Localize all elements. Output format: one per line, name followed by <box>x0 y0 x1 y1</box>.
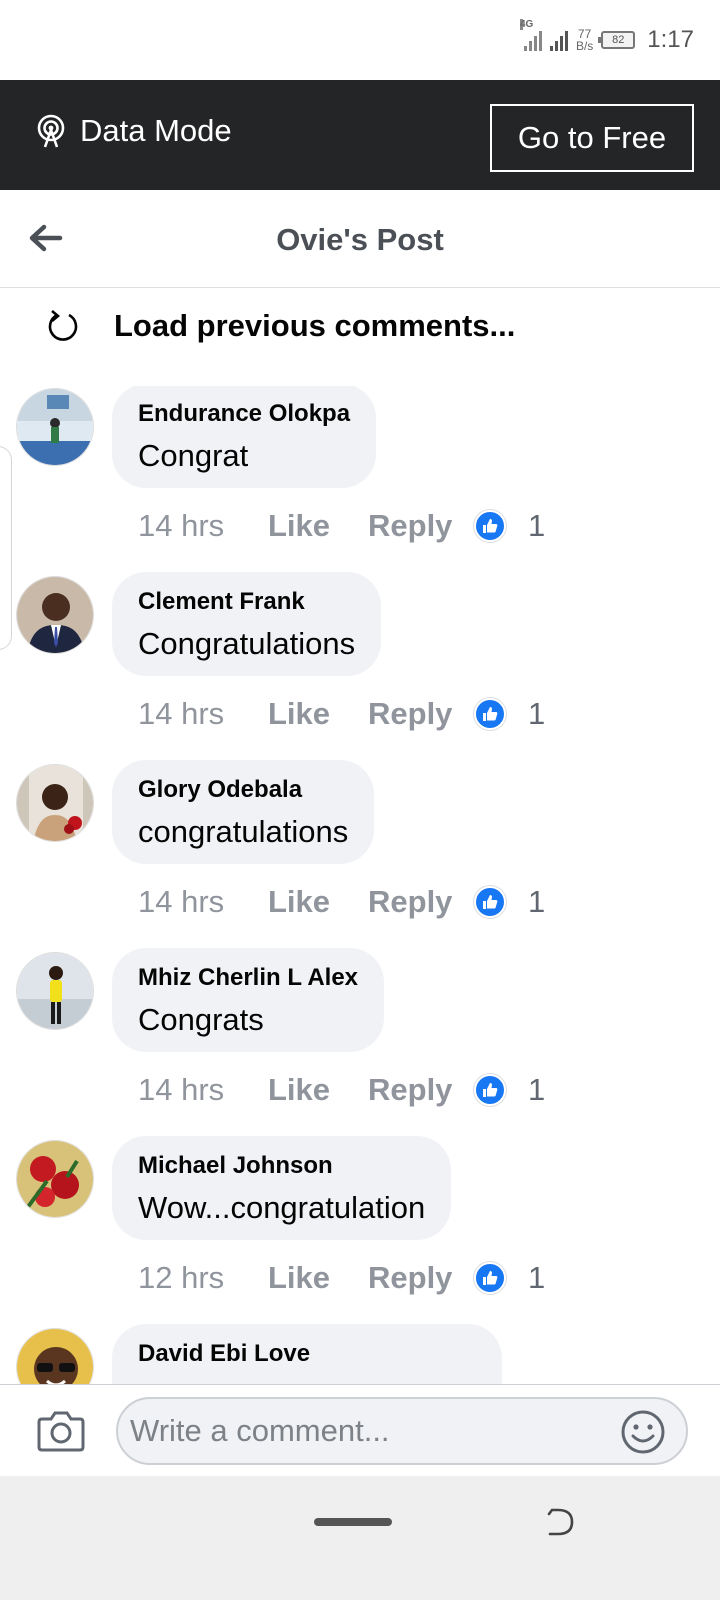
comment-time[interactable]: 14 hrs <box>138 508 268 544</box>
data-mode-label: Data Mode <box>80 113 232 148</box>
comment-list: Endurance Olokpa Congrat 14 hrs Like Rep… <box>0 386 720 1408</box>
avatar[interactable] <box>16 764 94 842</box>
load-previous-comments[interactable]: Load previous comments... <box>46 308 515 344</box>
comment-text: congratulations <box>138 814 349 849</box>
like-button[interactable]: Like <box>268 884 368 920</box>
like-button[interactable]: Like <box>268 508 368 544</box>
comment-author[interactable]: Endurance Olokpa <box>138 400 350 428</box>
signal-4g-icon: 4G <box>519 19 542 51</box>
reply-button[interactable]: Reply <box>368 508 474 544</box>
like-button[interactable]: Like <box>268 696 368 732</box>
comment-text: Wow...congratulation <box>138 1190 426 1225</box>
network-speed-unit: B/s <box>575 39 594 53</box>
go-to-free-button[interactable]: Go to Free <box>490 104 694 172</box>
thumbs-up-icon[interactable] <box>474 698 506 730</box>
thumbs-up-icon[interactable] <box>474 886 506 918</box>
data-mode-indicator: Data Mode <box>34 113 232 149</box>
load-previous-label: Load previous comments... <box>114 308 516 343</box>
comment-item: Michael Johnson Wow...congratulation 12 … <box>0 1136 720 1328</box>
like-button[interactable]: Like <box>268 1260 368 1296</box>
comment-actions: 12 hrs Like Reply 1 <box>138 1260 545 1296</box>
comment-item: Clement Frank Congratulations 14 hrs Lik… <box>0 572 720 764</box>
like-button[interactable]: Like <box>268 1072 368 1108</box>
comment-time[interactable]: 14 hrs <box>138 884 268 920</box>
comment-author[interactable]: Mhiz Cherlin L Alex <box>138 964 358 992</box>
reply-button[interactable]: Reply <box>368 1072 474 1108</box>
comment-actions: 14 hrs Like Reply 1 <box>138 696 545 732</box>
back-gesture-icon[interactable] <box>546 1506 576 1538</box>
system-navigation-bar <box>0 1476 720 1600</box>
comment-input[interactable] <box>116 1397 688 1465</box>
camera-icon[interactable] <box>36 1409 86 1453</box>
smiley-icon[interactable] <box>620 1409 666 1455</box>
refresh-icon <box>48 310 78 341</box>
reaction-count[interactable]: 1 <box>528 696 545 732</box>
comment-actions: 14 hrs Like Reply 1 <box>138 508 545 544</box>
comment-time[interactable]: 12 hrs <box>138 1260 268 1296</box>
clock: 1:17 <box>647 26 694 53</box>
network-speed: 77 B/s <box>576 28 593 52</box>
status-bar: 4G 77 B/s 82 1:17 <box>0 0 720 80</box>
thumbs-up-icon[interactable] <box>474 1262 506 1294</box>
reply-button[interactable]: Reply <box>368 1260 474 1296</box>
comment-text: Congrats <box>138 1002 264 1037</box>
signal-bars-icon <box>549 29 568 51</box>
comment-text: Congrat <box>138 438 249 473</box>
comment-item: Endurance Olokpa Congrat 14 hrs Like Rep… <box>0 386 720 576</box>
comment-time[interactable]: 14 hrs <box>138 1072 268 1108</box>
comment-author[interactable]: Glory Odebala <box>138 776 348 804</box>
comment-author[interactable]: David Ebi Love <box>138 1340 476 1368</box>
status-indicators: 4G 77 B/s 82 1:17 <box>519 19 694 58</box>
thumbs-up-icon[interactable] <box>474 510 506 542</box>
post-header: Ovie's Post <box>0 190 720 288</box>
page-title: Ovie's Post <box>276 222 444 257</box>
comment-actions: 14 hrs Like Reply 1 <box>138 884 545 920</box>
comment-author[interactable]: Clement Frank <box>138 588 355 616</box>
reply-button[interactable]: Reply <box>368 884 474 920</box>
battery-icon: 82 <box>598 31 636 49</box>
comment-bubble[interactable]: Endurance Olokpa Congrat <box>112 386 377 488</box>
reply-button[interactable]: Reply <box>368 696 474 732</box>
reaction-count[interactable]: 1 <box>528 508 545 544</box>
reaction-count[interactable]: 1 <box>528 884 545 920</box>
battery-level: 82 <box>612 34 625 46</box>
data-mode-bar: Data Mode Go to Free <box>0 80 720 190</box>
thumbs-up-icon[interactable] <box>474 1074 506 1106</box>
comment-bubble[interactable]: Glory Odebala congratulations <box>112 760 375 864</box>
comment-author[interactable]: Michael Johnson <box>138 1152 425 1180</box>
comment-actions: 14 hrs Like Reply 1 <box>138 1072 545 1108</box>
comment-time[interactable]: 14 hrs <box>138 696 268 732</box>
avatar[interactable] <box>16 576 94 654</box>
comment-bubble[interactable]: Clement Frank Congratulations <box>112 572 382 676</box>
broadcast-icon <box>37 114 65 148</box>
comment-bubble[interactable]: Michael Johnson Wow...congratulation <box>112 1136 452 1240</box>
comment-composer <box>0 1384 720 1476</box>
comment-text: Congratulations <box>138 626 356 661</box>
comment-item: Glory Odebala congratulations 14 hrs Lik… <box>0 760 720 952</box>
avatar[interactable] <box>16 1140 94 1218</box>
reaction-count[interactable]: 1 <box>528 1072 545 1108</box>
avatar[interactable] <box>16 388 94 466</box>
avatar[interactable] <box>16 952 94 1030</box>
home-gesture-bar[interactable] <box>314 1518 392 1526</box>
comment-bubble[interactable]: Mhiz Cherlin L Alex Congrats <box>112 948 385 1052</box>
comment-item: Mhiz Cherlin L Alex Congrats 14 hrs Like… <box>0 948 720 1140</box>
network-type-label: 4G <box>519 19 534 30</box>
reaction-count[interactable]: 1 <box>528 1260 545 1296</box>
